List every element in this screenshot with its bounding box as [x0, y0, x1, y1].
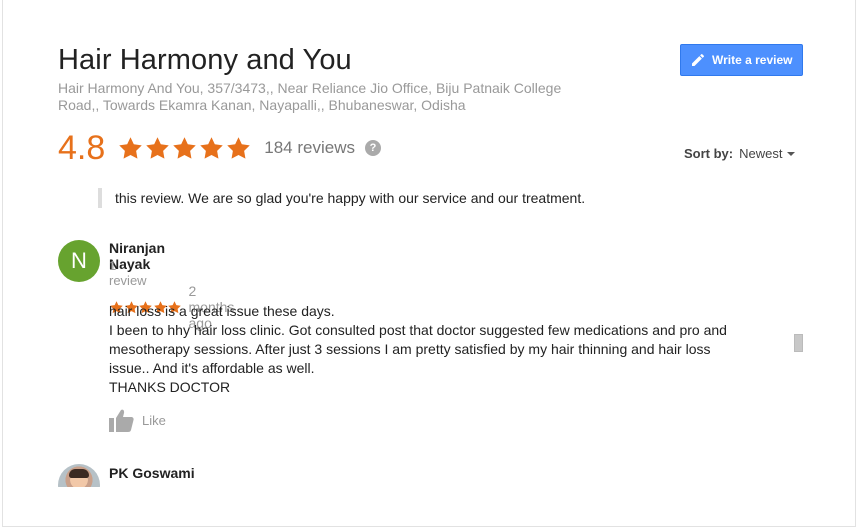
scrollbar-thumb[interactable] [794, 334, 803, 352]
caret-down-icon[interactable] [787, 151, 796, 156]
review-text-line: THANKS DOCTOR [109, 379, 231, 395]
avatar[interactable] [58, 464, 100, 487]
like-button[interactable]: Like [109, 409, 166, 432]
rating-stars [117, 135, 252, 162]
star-icon [119, 136, 143, 159]
business-address: Hair Harmony And You, 357/3473,, Near Re… [58, 80, 598, 114]
owner-reply-excerpt: this review. We are so glad you're happy… [98, 188, 585, 208]
thumbs-up-icon [109, 409, 134, 432]
review-text-line: mesotherapy sessions. After just 3 sessi… [109, 341, 711, 357]
help-icon[interactable]: ? [364, 140, 381, 156]
review-text: hair loss is a great issue these days. I… [109, 302, 759, 397]
reviews-count[interactable]: 184 reviews [264, 138, 355, 158]
star-icon [200, 136, 224, 159]
review-text-line: I been to hhy hair loss clinic. Got cons… [109, 322, 727, 338]
review-text-line: issue.. And it's affordable as well. [109, 360, 315, 376]
address-line-1: Hair Harmony And You, 357/3473,, Near Re… [58, 80, 562, 96]
avatar[interactable]: N [58, 240, 100, 282]
review-text-line: hair loss is a great issue these days. [109, 303, 335, 319]
sort-control[interactable]: Sort by: Newest [684, 146, 796, 161]
business-title: Hair Harmony and You [58, 44, 352, 76]
rating-summary: 4.8 184 reviews ? [58, 128, 381, 168]
average-rating: 4.8 [58, 128, 106, 167]
reviewer-name[interactable]: PK Goswami [109, 465, 195, 481]
like-label: Like [142, 413, 166, 428]
pencil-icon [692, 53, 705, 66]
sort-value[interactable]: Newest [739, 146, 782, 161]
next-review: PK Goswami [0, 460, 859, 487]
star-icon [146, 136, 170, 159]
sort-label: Sort by: [684, 146, 734, 161]
write-review-button[interactable]: Write a review [680, 44, 803, 76]
address-line-2: Road,, Towards Ekamra Kanan, Nayapalli,,… [58, 97, 466, 113]
star-icon [173, 136, 197, 159]
write-review-label: Write a review [712, 53, 793, 67]
star-icon [227, 136, 251, 159]
